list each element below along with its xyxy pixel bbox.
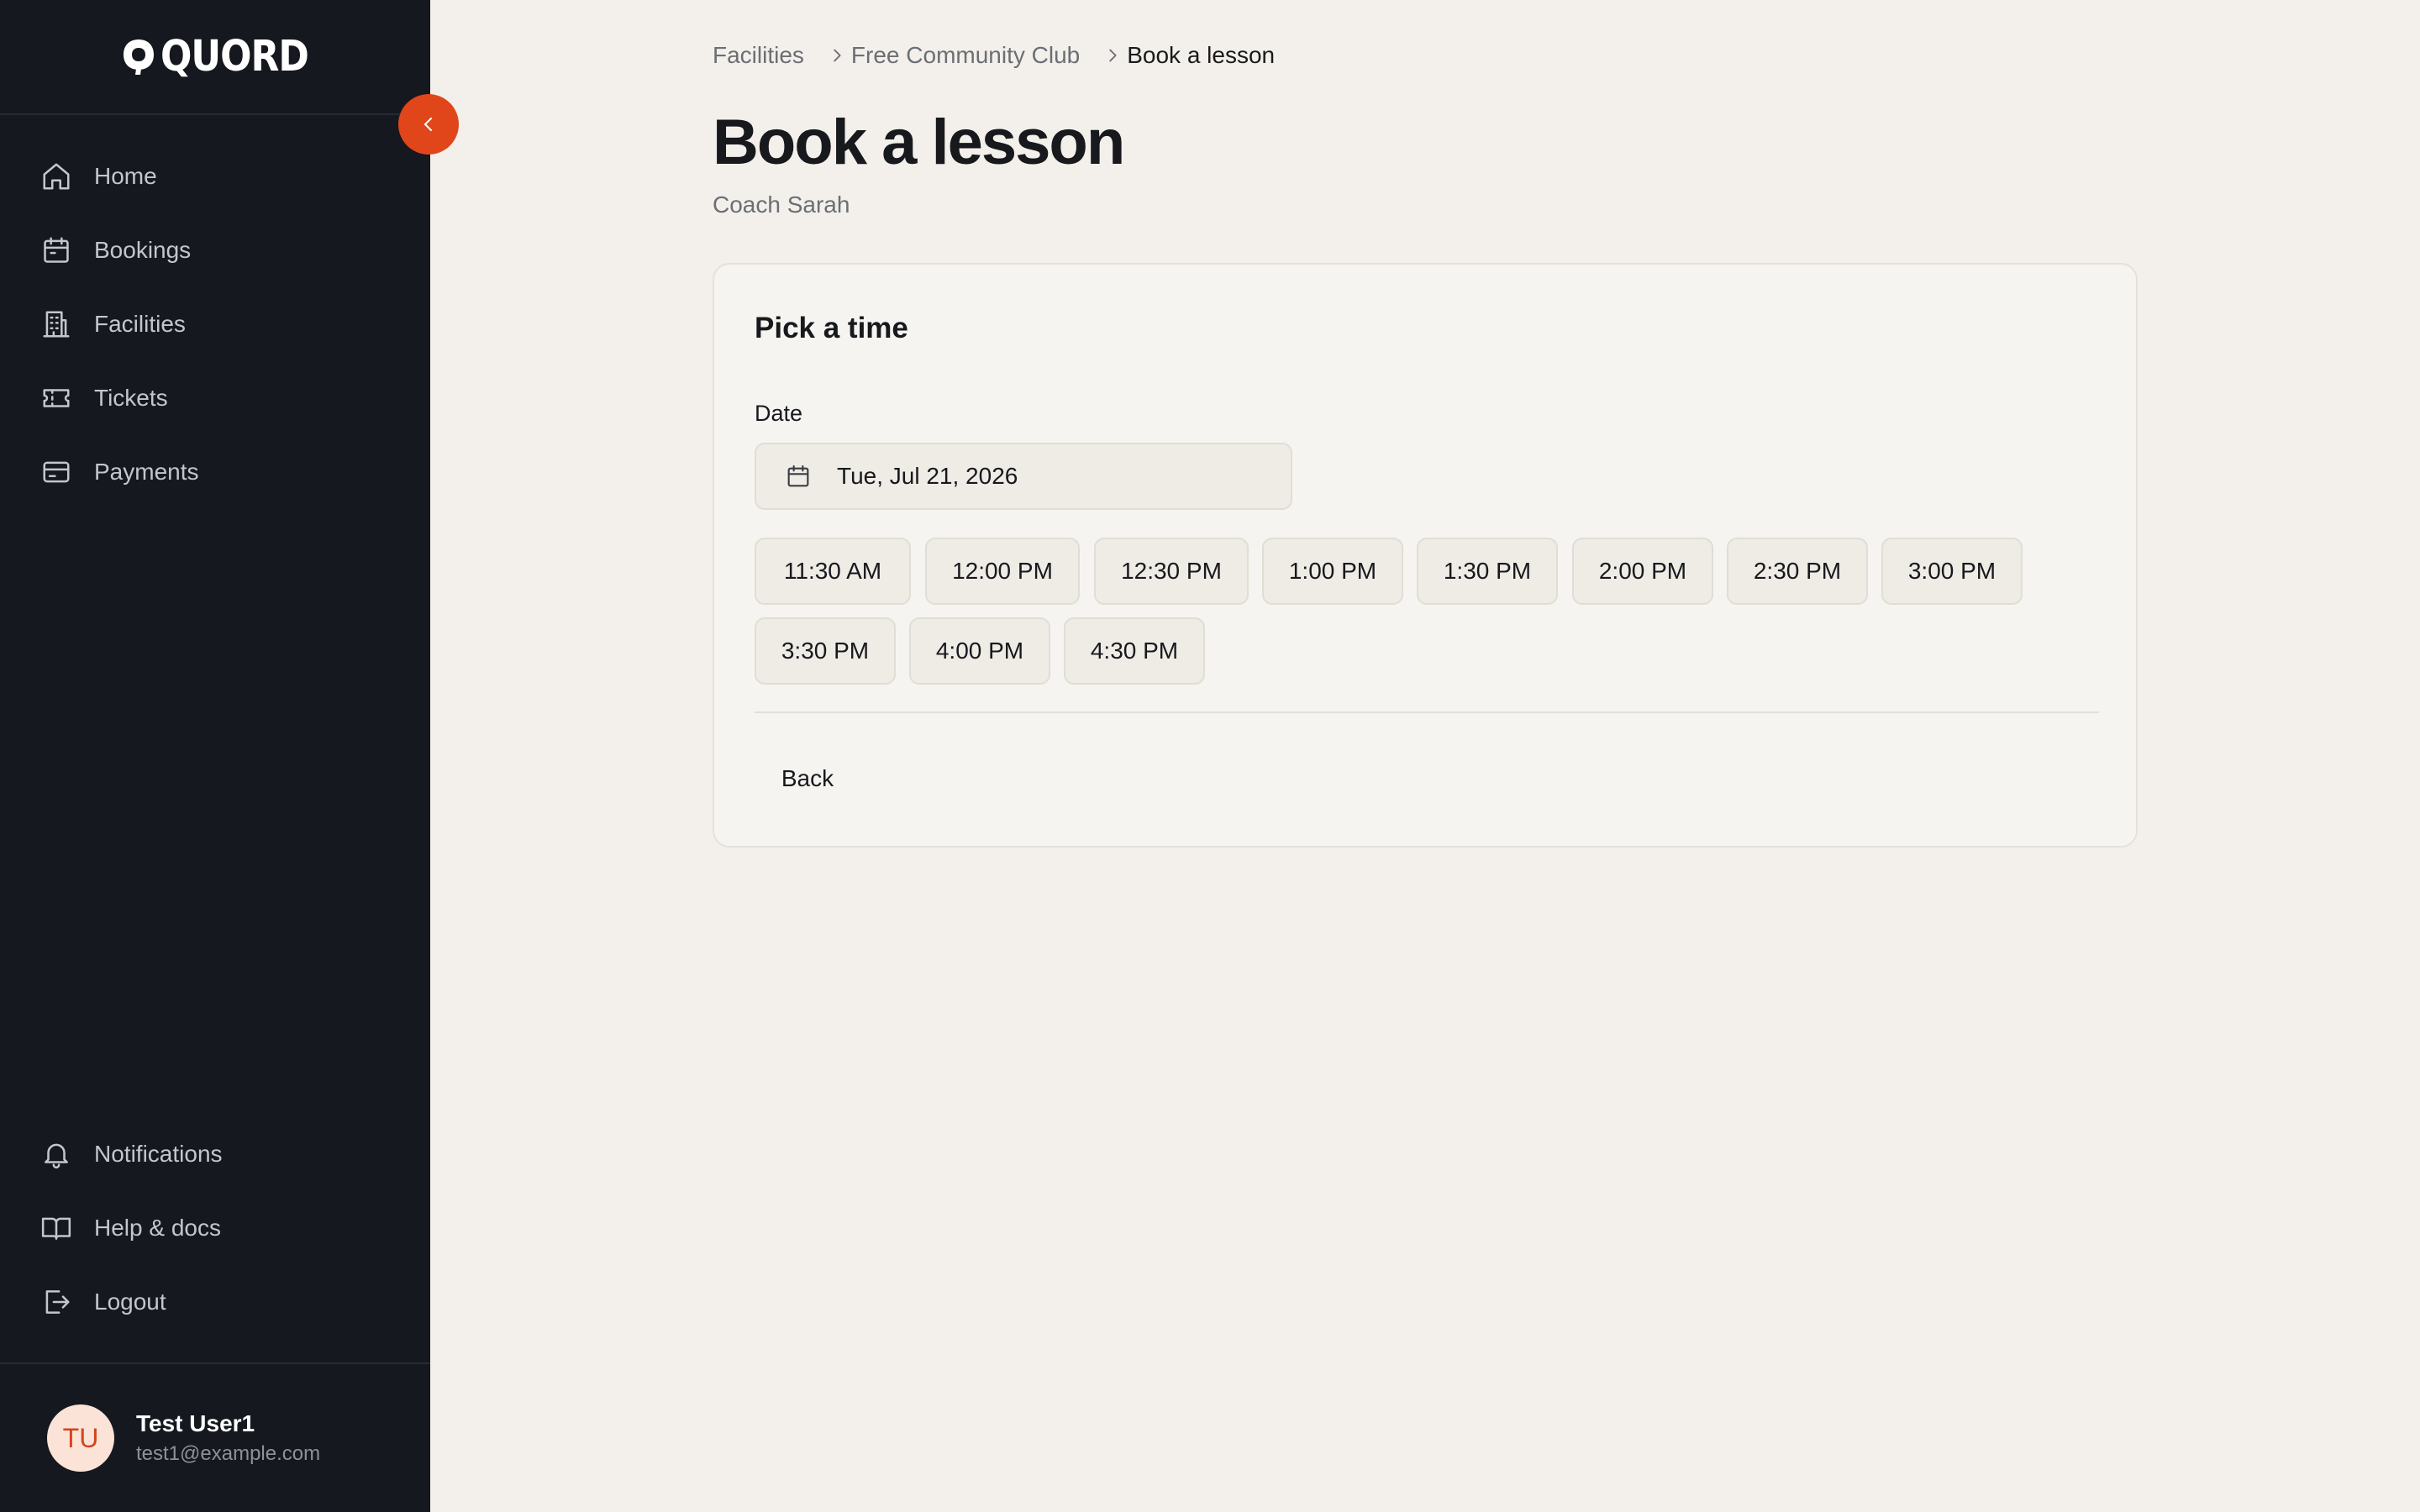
sidebar-item-label: Notifications (94, 1141, 223, 1167)
time-slot-button[interactable]: 1:30 PM (1417, 538, 1558, 605)
logo-mark-icon (124, 39, 155, 75)
chevron-right-icon (834, 49, 841, 62)
sidebar-item-notifications[interactable]: Notifications (0, 1117, 430, 1191)
chevron-left-icon (424, 118, 432, 131)
sidebar-item-bookings[interactable]: Bookings (0, 213, 430, 287)
card-divider (755, 711, 2099, 713)
breadcrumb-current: Book a lesson (1127, 42, 1276, 68)
book-icon (41, 1217, 71, 1240)
sidebar-item-label: Tickets (94, 385, 168, 411)
page-title: Book a lesson (713, 107, 1125, 178)
sidebar-header: QUORD (0, 0, 430, 115)
collapse-sidebar-button[interactable] (398, 94, 459, 155)
brand-logo[interactable]: QUORD (122, 32, 309, 81)
sidebar-item-logout[interactable]: Logout (0, 1265, 430, 1339)
brand-name: QUORD (160, 32, 309, 81)
credit-card-icon (43, 461, 70, 483)
date-label: Date (755, 401, 803, 426)
sidebar-item-label: Help & docs (94, 1215, 221, 1241)
time-slot-button[interactable]: 2:30 PM (1727, 538, 1868, 605)
building-icon (43, 311, 70, 338)
time-slot-button[interactable]: 1:00 PM (1262, 538, 1403, 605)
breadcrumb: Facilities Free Community Club Book a le… (713, 42, 1275, 69)
time-slot-button[interactable]: 11:30 AM (755, 538, 911, 605)
date-value: Tue, Jul 21, 2026 (837, 463, 1018, 489)
sidebar-nav: Home Bookings Facilities Tickets Payment… (0, 139, 430, 509)
card-title: Pick a time (755, 312, 908, 344)
calendar-icon (44, 237, 69, 263)
sidebar-item-label: Payments (94, 459, 199, 485)
sidebar-item-home[interactable]: Home (0, 139, 430, 213)
logout-icon (45, 1290, 70, 1314)
home-icon (43, 163, 70, 190)
breadcrumb-facilities[interactable]: Facilities (713, 42, 804, 69)
date-picker-input[interactable]: Tue, Jul 21, 2026 (755, 443, 1292, 510)
user-name: Test User1 (136, 1410, 255, 1436)
sidebar-item-tickets[interactable]: Tickets (0, 361, 430, 435)
breadcrumb-club[interactable]: Free Community Club (851, 42, 1080, 69)
pick-time-card: Pick a time Date Tue, Jul 21, 2026 11:30… (713, 263, 2138, 848)
user-info: Test User1 test1@example.com (136, 1410, 320, 1466)
sidebar-item-help[interactable]: Help & docs (0, 1191, 430, 1265)
sidebar-item-facilities[interactable]: Facilities (0, 287, 430, 361)
sidebar: QUORD Home Bookings Facilities Tickets P… (0, 0, 430, 1512)
user-email: test1@example.com (136, 1442, 321, 1465)
calendar-icon (787, 465, 809, 487)
page-subtitle: Coach Sarah (713, 192, 850, 218)
sidebar-item-label: Facilities (94, 311, 186, 337)
sidebar-item-label: Home (94, 163, 157, 189)
time-slot-button[interactable]: 12:00 PM (925, 538, 1080, 605)
time-slot-button[interactable]: 4:00 PM (909, 617, 1050, 685)
back-button[interactable]: Back (755, 752, 860, 806)
sidebar-item-payments[interactable]: Payments (0, 435, 430, 509)
time-slot-button[interactable]: 3:00 PM (1881, 538, 2023, 605)
sidebar-item-label: Logout (94, 1289, 166, 1315)
user-profile[interactable]: TU Test User1 test1@example.com (0, 1362, 430, 1512)
time-slot-button[interactable]: 3:30 PM (755, 617, 896, 685)
ticket-icon (43, 389, 70, 407)
sidebar-item-label: Bookings (94, 237, 192, 263)
sidebar-bottom-nav: Notifications Help & docs Logout (0, 1117, 430, 1339)
chevron-right-icon (1109, 49, 1117, 62)
time-slot-button[interactable]: 4:30 PM (1064, 617, 1205, 685)
time-slot-button[interactable]: 2:00 PM (1572, 538, 1713, 605)
avatar: TU (47, 1404, 114, 1472)
time-slot-button[interactable]: 12:30 PM (1094, 538, 1249, 605)
bell-icon (45, 1143, 68, 1169)
